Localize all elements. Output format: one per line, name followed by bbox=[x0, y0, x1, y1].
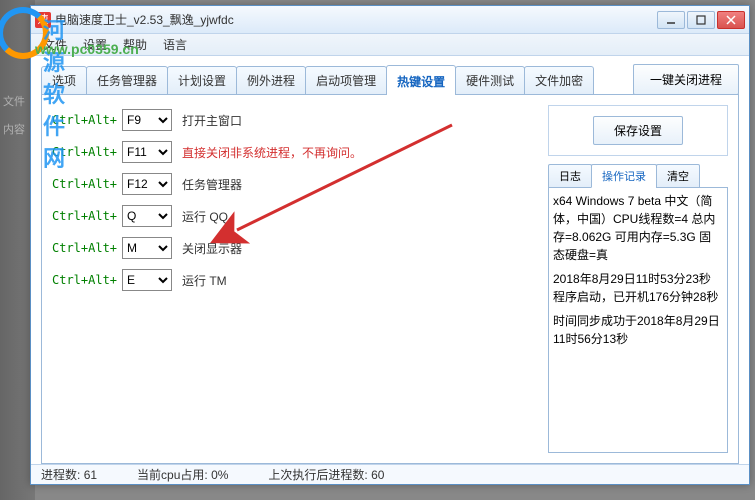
hotkey-row: Ctrl+Alt+ F9 打开主窗口 bbox=[52, 105, 538, 135]
hotkey-row: Ctrl+Alt+ F12 任务管理器 bbox=[52, 169, 538, 199]
tab-startup[interactable]: 启动项管理 bbox=[305, 66, 387, 94]
menu-settings[interactable]: 设置 bbox=[77, 34, 113, 55]
hotkey-select[interactable]: E bbox=[122, 269, 172, 291]
hotkey-select[interactable]: F11 bbox=[122, 141, 172, 163]
status-cpu-val: 0% bbox=[211, 468, 228, 482]
hotkey-desc: 任务管理器 bbox=[182, 176, 242, 193]
hotkey-row: Ctrl+Alt+ Q 运行 QQ bbox=[52, 201, 538, 231]
log-line: 2018年8月29日11时53分23秒 程序启动，已开机176分钟28秒 bbox=[553, 270, 723, 306]
tab-plan[interactable]: 计划设置 bbox=[167, 66, 237, 94]
window-title: 电脑速度卫士_v2.53_飘逸_yjwfdc bbox=[55, 11, 657, 28]
maximize-button[interactable] bbox=[687, 11, 715, 29]
logtab-clear[interactable]: 清空 bbox=[656, 164, 700, 188]
logtab-ops[interactable]: 操作记录 bbox=[591, 164, 657, 188]
status-procs-val: 61 bbox=[84, 468, 97, 482]
main-window: 速 电脑速度卫士_v2.53_飘逸_yjwfdc 文件 设置 帮助 语言 选项 … bbox=[30, 5, 750, 485]
hotkey-select[interactable]: M bbox=[122, 237, 172, 259]
hotkey-desc: 运行 QQ bbox=[182, 208, 228, 225]
hotkey-prefix: Ctrl+Alt+ bbox=[52, 209, 122, 223]
tabs-row: 选项 任务管理器 计划设置 例外进程 启动项管理 热键设置 硬件测试 文件加密 … bbox=[41, 64, 739, 94]
titlebar[interactable]: 速 电脑速度卫士_v2.53_飘逸_yjwfdc bbox=[31, 6, 749, 34]
app-icon: 速 bbox=[35, 12, 51, 28]
hotkey-list: Ctrl+Alt+ F9 打开主窗口Ctrl+Alt+ F11 直接关闭非系统进… bbox=[52, 105, 538, 453]
tab-hotkey[interactable]: 热键设置 bbox=[386, 65, 456, 95]
hotkey-row: Ctrl+Alt+ M 关闭显示器 bbox=[52, 233, 538, 263]
hotkey-select[interactable]: Q bbox=[122, 205, 172, 227]
log-line: 时间同步成功于2018年8月29日11时56分13秒 bbox=[553, 312, 723, 348]
log-line: x64 Windows 7 beta 中文（简体，中国）CPU线程数=4 总内存… bbox=[553, 192, 723, 264]
log-box[interactable]: x64 Windows 7 beta 中文（简体，中国）CPU线程数=4 总内存… bbox=[548, 187, 728, 453]
status-last-val: 60 bbox=[371, 468, 384, 482]
logtab-log[interactable]: 日志 bbox=[548, 164, 592, 188]
hotkey-desc: 打开主窗口 bbox=[182, 112, 242, 129]
close-button[interactable] bbox=[717, 11, 745, 29]
tab-body: Ctrl+Alt+ F9 打开主窗口Ctrl+Alt+ F11 直接关闭非系统进… bbox=[41, 94, 739, 464]
hotkey-prefix: Ctrl+Alt+ bbox=[52, 145, 122, 159]
hotkey-prefix: Ctrl+Alt+ bbox=[52, 273, 122, 287]
tab-options[interactable]: 选项 bbox=[41, 66, 87, 94]
tab-exception[interactable]: 例外进程 bbox=[236, 66, 306, 94]
menu-file[interactable]: 文件 bbox=[37, 34, 73, 55]
hotkey-select[interactable]: F12 bbox=[122, 173, 172, 195]
status-cpu-label: 当前cpu占用: bbox=[137, 468, 208, 482]
menu-lang[interactable]: 语言 bbox=[157, 34, 193, 55]
save-box: 保存设置 bbox=[548, 105, 728, 156]
hotkey-desc: 运行 TM bbox=[182, 272, 227, 289]
hotkey-row: Ctrl+Alt+ F11 直接关闭非系统进程，不再询问。 bbox=[52, 137, 538, 167]
menubar: 文件 设置 帮助 语言 bbox=[31, 34, 749, 56]
kill-all-button[interactable]: 一键关闭进程 bbox=[633, 64, 739, 95]
tab-hwtest[interactable]: 硬件测试 bbox=[455, 66, 525, 94]
tab-taskmgr[interactable]: 任务管理器 bbox=[86, 66, 168, 94]
status-last-label: 上次执行后进程数: bbox=[268, 468, 367, 482]
hotkey-prefix: Ctrl+Alt+ bbox=[52, 241, 122, 255]
hotkey-prefix: Ctrl+Alt+ bbox=[52, 177, 122, 191]
hotkey-row: Ctrl+Alt+ E 运行 TM bbox=[52, 265, 538, 295]
hotkey-prefix: Ctrl+Alt+ bbox=[52, 113, 122, 127]
hotkey-desc: 关闭显示器 bbox=[182, 240, 242, 257]
save-button[interactable]: 保存设置 bbox=[593, 116, 683, 145]
hotkey-desc: 直接关闭非系统进程，不再询问。 bbox=[182, 144, 362, 161]
hotkey-select[interactable]: F9 bbox=[122, 109, 172, 131]
tab-encrypt[interactable]: 文件加密 bbox=[524, 66, 594, 94]
menu-help[interactable]: 帮助 bbox=[117, 34, 153, 55]
minimize-button[interactable] bbox=[657, 11, 685, 29]
status-procs-label: 进程数: bbox=[41, 468, 80, 482]
statusbar: 进程数: 61 当前cpu占用: 0% 上次执行后进程数: 60 bbox=[31, 464, 749, 484]
